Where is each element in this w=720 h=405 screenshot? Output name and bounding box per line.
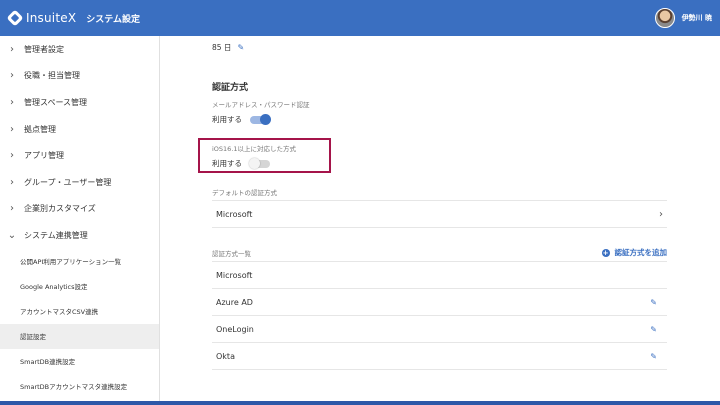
pencil-icon[interactable]: ✎ bbox=[650, 325, 657, 334]
default-method-label: デフォルトの認証方式 bbox=[212, 189, 277, 197]
sidebar-item-label: 拠点管理 bbox=[24, 124, 56, 134]
days-setting: 85 日 ✎ bbox=[212, 42, 244, 53]
default-method-select[interactable]: Microsoft › bbox=[212, 200, 667, 228]
chevron-right-icon: › bbox=[10, 43, 14, 55]
chevron-right-icon: › bbox=[10, 123, 14, 135]
sidebar-item-roles[interactable]: › 役職・担当管理 bbox=[0, 63, 159, 90]
top-bar: InsuiteX システム設定 伊勢川 暁 bbox=[0, 0, 720, 36]
sidebar-subitem-google-analytics[interactable]: Google Analytics設定 bbox=[0, 274, 159, 299]
user-name: 伊勢川 暁 bbox=[681, 14, 712, 22]
chevron-down-icon: ⌄ bbox=[7, 229, 17, 241]
sidebar-item-apps[interactable]: › アプリ管理 bbox=[0, 142, 159, 169]
default-method-value: Microsoft bbox=[216, 209, 253, 219]
sidebar-item-label: システム連携管理 bbox=[24, 230, 88, 240]
pencil-icon[interactable]: ✎ bbox=[650, 352, 657, 361]
sidebar-item-groups-users[interactable]: › グループ・ユーザー管理 bbox=[0, 169, 159, 196]
pencil-icon[interactable]: ✎ bbox=[237, 43, 244, 52]
method-list-header: 認証方式一覧 + 認証方式を追加 bbox=[212, 247, 667, 258]
sidebar: › 管理者設定 › 役職・担当管理 › 管理スペース管理 › 拠点管理 › アプ… bbox=[0, 36, 160, 402]
ios-auth-row: 利用する bbox=[212, 157, 296, 169]
toggle-knob bbox=[260, 113, 271, 125]
method-list-label: 認証方式一覧 bbox=[212, 249, 251, 258]
insuitex-logo-icon bbox=[6, 9, 24, 27]
brand[interactable]: InsuiteX bbox=[6, 9, 77, 27]
sidebar-item-company-customize[interactable]: › 企業別カスタマイズ bbox=[0, 196, 159, 223]
email-auth-toggle[interactable] bbox=[250, 113, 271, 125]
sidebar-subitem-account-csv[interactable]: アカウントマスタCSV連携 bbox=[0, 299, 159, 324]
days-value: 85 日 bbox=[212, 43, 232, 52]
sidebar-item-label: アプリ管理 bbox=[24, 151, 64, 161]
list-item[interactable]: Microsoft bbox=[212, 262, 667, 289]
plus-circle-icon: + bbox=[601, 248, 610, 257]
method-name: OneLogin bbox=[216, 324, 254, 334]
ios-auth-status: 利用する bbox=[212, 159, 242, 168]
chevron-right-icon: › bbox=[10, 150, 14, 162]
method-name: Okta bbox=[216, 351, 235, 361]
sidebar-item-admin-settings[interactable]: › 管理者設定 bbox=[0, 36, 159, 63]
chevron-right-icon: › bbox=[10, 203, 14, 215]
chevron-right-icon: › bbox=[10, 176, 14, 188]
page-title: システム設定 bbox=[86, 14, 140, 25]
sidebar-subitem-public-api[interactable]: 公開API利用アプリケーション一覧 bbox=[0, 249, 159, 274]
sidebar-item-label: 企業別カスタマイズ bbox=[24, 204, 96, 214]
list-item[interactable]: OneLogin ✎ bbox=[212, 316, 667, 343]
pencil-icon[interactable]: ✎ bbox=[650, 298, 657, 307]
chevron-right-icon: › bbox=[10, 96, 14, 108]
chevron-right-icon: › bbox=[10, 70, 14, 82]
sidebar-subitem-smartdb-account[interactable]: SmartDBアカウントマスタ連携設定 bbox=[0, 374, 159, 399]
sidebar-item-label: グループ・ユーザー管理 bbox=[24, 177, 112, 187]
email-auth-label: メールアドレス・パスワード認証 bbox=[212, 101, 310, 109]
method-list: Microsoft Azure AD ✎ OneLogin ✎ Okta ✎ bbox=[212, 261, 667, 370]
method-name: Microsoft bbox=[216, 270, 253, 280]
brand-name: InsuiteX bbox=[26, 11, 77, 25]
ios-auth-setting: iOS16.1以上に対応した方式 利用する bbox=[212, 143, 296, 169]
sidebar-subitem-auth-settings[interactable]: 認証設定 bbox=[0, 323, 159, 349]
add-method-button[interactable]: + 認証方式を追加 bbox=[601, 247, 668, 258]
sidebar-item-system-integration[interactable]: ⌄ システム連携管理 bbox=[0, 222, 159, 249]
sidebar-item-admin-spaces[interactable]: › 管理スペース管理 bbox=[0, 89, 159, 116]
ios-auth-label: iOS16.1以上に対応した方式 bbox=[212, 145, 297, 153]
section-title: 認証方式 bbox=[212, 83, 249, 93]
avatar[interactable] bbox=[654, 8, 675, 28]
toggle-knob bbox=[249, 157, 260, 169]
list-item[interactable]: Azure AD ✎ bbox=[212, 289, 667, 316]
email-auth-row: 利用する bbox=[212, 113, 310, 125]
ios-auth-toggle[interactable] bbox=[249, 157, 270, 169]
bottom-bar bbox=[0, 401, 720, 405]
sidebar-item-label: 役職・担当管理 bbox=[24, 71, 80, 81]
method-name: Azure AD bbox=[216, 297, 253, 307]
sidebar-item-label: 管理者設定 bbox=[24, 44, 64, 54]
user-menu[interactable]: 伊勢川 暁 bbox=[654, 8, 712, 28]
add-method-label: 認証方式を追加 bbox=[614, 248, 668, 257]
main-content: 85 日 ✎ 認証方式 メールアドレス・パスワード認証 利用する iOS16.1… bbox=[160, 36, 720, 402]
sidebar-subitem-smartdb[interactable]: SmartDB連携設定 bbox=[0, 349, 159, 374]
email-auth-setting: メールアドレス・パスワード認証 利用する bbox=[212, 99, 310, 125]
list-item[interactable]: Okta ✎ bbox=[212, 343, 667, 370]
sidebar-item-label: 管理スペース管理 bbox=[24, 97, 88, 107]
email-auth-status: 利用する bbox=[212, 115, 242, 124]
sidebar-item-locations[interactable]: › 拠点管理 bbox=[0, 116, 159, 143]
chevron-right-icon: › bbox=[659, 208, 663, 220]
